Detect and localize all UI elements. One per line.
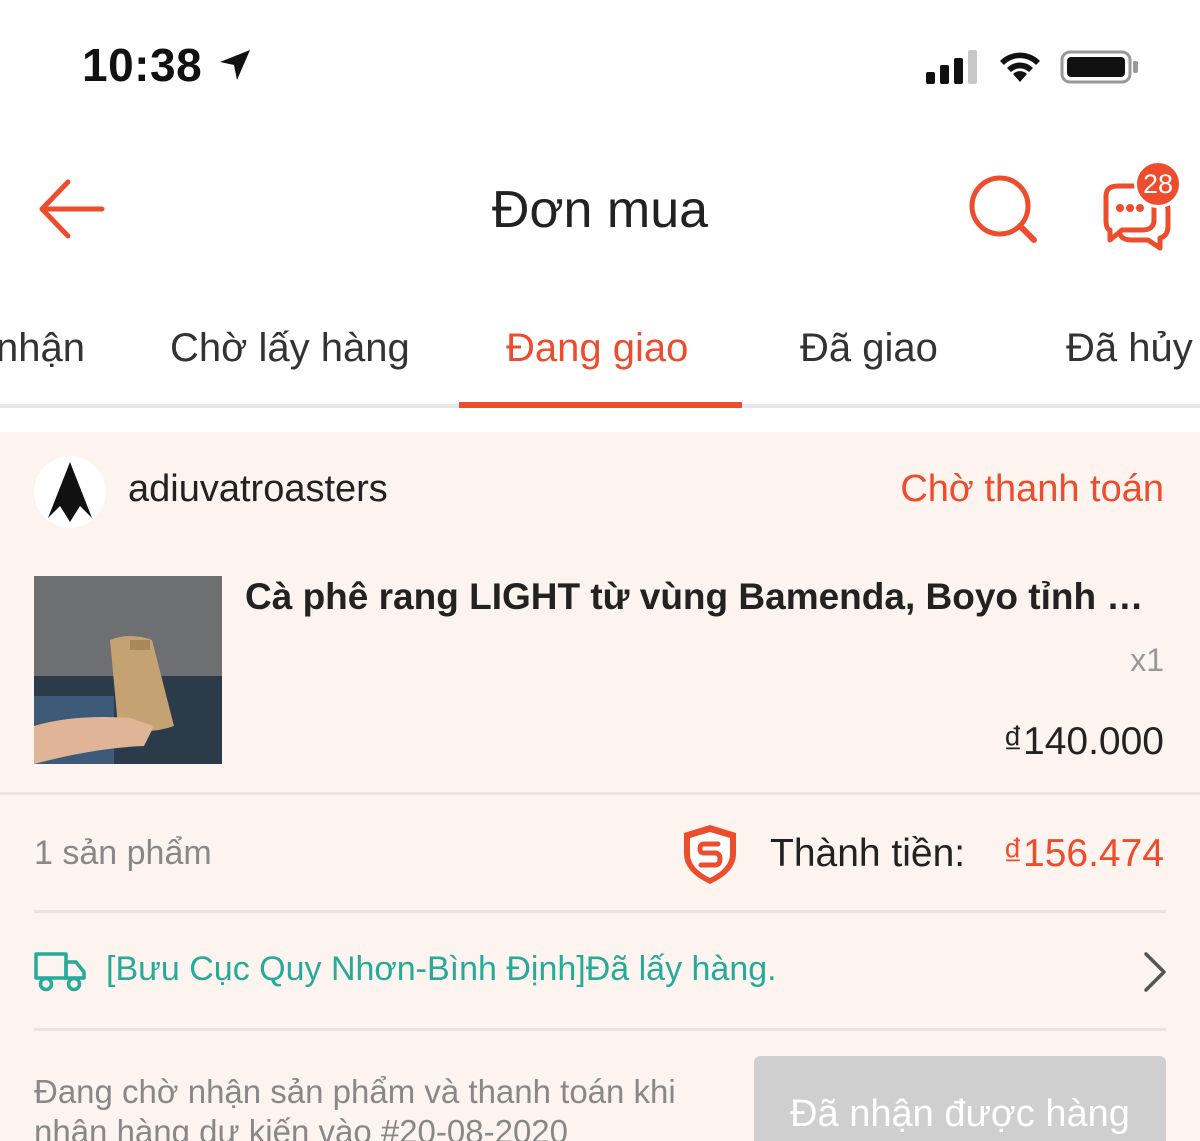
item-count: 1 sản phẩm (34, 834, 212, 872)
shop-avatar[interactable] (34, 456, 106, 528)
chevron-right-icon[interactable] (1138, 950, 1170, 994)
search-icon[interactable] (966, 172, 1040, 246)
order-received-button[interactable]: Đã nhận được hàng (754, 1056, 1166, 1141)
status-time: 10:38 (82, 39, 203, 91)
tab-cho-xac-nhan[interactable]: nhận (0, 326, 85, 371)
product-photo (34, 576, 222, 764)
signal-icon (926, 50, 977, 84)
total-label: Thành tiền: (770, 832, 966, 875)
product-quantity: x1 (1130, 642, 1164, 678)
tab-cho-lay-hang[interactable]: Chờ lấy hàng (170, 326, 410, 371)
tab-dang-giao[interactable]: Đang giao (506, 326, 688, 371)
app-header: Đơn mua (0, 130, 1200, 290)
total-amount: ₫156.474 (1003, 832, 1164, 875)
shipping-tracking-row[interactable]: [Bưu Cục Quy Nhơn-Bình Định]Đã lấy hàng. (0, 914, 1200, 1028)
order-status-tabs: nhận Chờ lấy hàng Đang giao Đã giao Đã h… (0, 300, 1200, 408)
divider (34, 910, 1166, 913)
divider (0, 792, 1200, 795)
tracking-status-text[interactable]: [Bưu Cục Quy Nhơn-Bình Định]Đã lấy hàng. (106, 950, 777, 989)
tab-da-giao[interactable]: Đã giao (800, 326, 938, 371)
wifi-icon (1000, 52, 1040, 82)
divider (34, 1028, 1166, 1031)
chat-unread-badge: 28 (1134, 160, 1182, 208)
status-bar: 10:38 (0, 0, 1200, 130)
active-tab-indicator (459, 402, 742, 408)
product-name[interactable]: Cà phê rang LIGHT từ vùng Bamenda, Boyo … (245, 576, 1165, 618)
order-card[interactable]: adiuvatroasters Chờ thanh toán Cà phê ra… (0, 432, 1200, 1141)
product-price: ₫140.000 (1003, 720, 1164, 763)
delivery-pending-note: Đang chờ nhận sản phẩm và thanh toán khi… (34, 1073, 676, 1141)
battery-icon (1060, 50, 1138, 84)
shop-name[interactable]: adiuvatroasters (128, 468, 388, 511)
shop-logo-icon (48, 462, 92, 522)
order-status-label: Chờ thanh toán (900, 468, 1164, 510)
location-arrow-icon (220, 50, 250, 80)
product-image[interactable] (34, 576, 222, 764)
truck-icon (34, 952, 86, 992)
shopee-guarantee-shield-icon (684, 825, 736, 884)
tab-da-huy[interactable]: Đã hủy (1066, 326, 1193, 371)
